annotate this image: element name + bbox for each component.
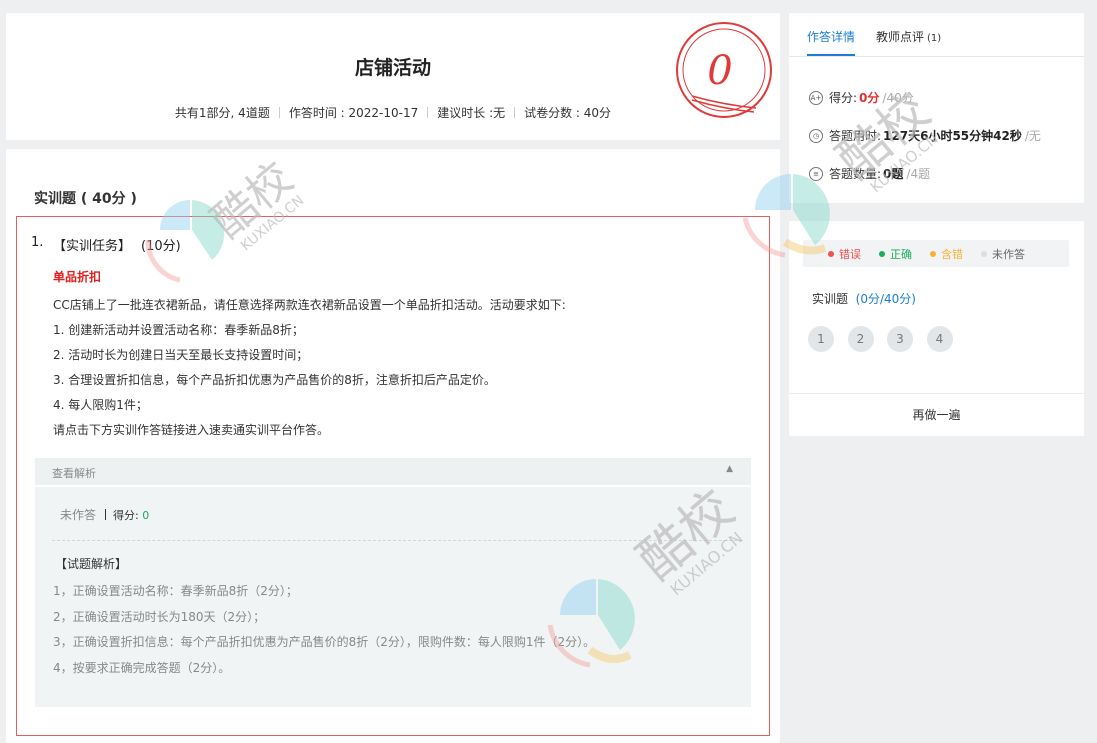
part-label: 实训题 (812, 292, 849, 306)
legend-item-wrong: 错误 (828, 246, 861, 262)
explain-line: 4，按要求正确完成答题（2分）。 (53, 660, 231, 675)
stat-score-label: 得分: (829, 91, 858, 105)
question-number: 1. (31, 235, 44, 250)
meta-part-count: 共有1部分, 4道题 (174, 106, 270, 120)
answer-sheet-panel: 错误 正确 含错 未作答 实训题 (0分/40分) 1 2 3 4 再做一遍 (789, 221, 1084, 436)
stat-answer-count: ≡ 答题数量: 0题 /4题 (809, 165, 930, 182)
detail-tabs: 作答详情 教师点评 (1) (789, 13, 1084, 57)
answer-score-value: 0 (142, 509, 150, 522)
answer-state: 未作答 (60, 508, 97, 522)
question-body: CC店铺上了一批连衣裙新品，请任意选择两款连衣裙新品设置一个单品折扣活动。活动要… (53, 293, 566, 443)
explain-line: 1，正确设置活动名称：春季新品8折（2分）； (53, 584, 298, 598)
list-icon: ≡ (809, 166, 823, 181)
explain-line: 2，正确设置活动时长为180天（2分）； (53, 609, 266, 624)
tab-teacher-review-label: 教师点评 (876, 30, 925, 44)
legend-label: 含错 (941, 247, 963, 261)
legend-dot (828, 250, 834, 257)
question-nav-item[interactable]: 1 (808, 326, 834, 352)
score-stamp: 0 (676, 22, 772, 118)
caret-up-icon: ▲ (726, 464, 733, 474)
answer-divider (105, 509, 107, 520)
stat-time-total: /无 (1024, 129, 1041, 143)
section-title: 实训题 ( 40分 ) (34, 191, 137, 207)
legend-label: 未作答 (992, 247, 1025, 261)
score-icon: A+ (809, 90, 823, 105)
dashed-divider (52, 540, 742, 541)
part-score: (0分/40分) (855, 292, 916, 306)
stat-count-value: 0题 (883, 167, 904, 181)
stat-count-total: /4题 (906, 167, 931, 181)
stat-time-used: ◷ 答题用时: 127天6小时55分钟42秒 /无 (809, 127, 1041, 144)
stat-time-label: 答题用时: (829, 129, 882, 143)
question-nav: 1 2 3 4 (808, 326, 966, 352)
question-line: 2. 活动时长为创建日当天至最长支持设置时间； (53, 348, 309, 362)
question-nav-item[interactable]: 2 (847, 326, 874, 352)
meta-divider (514, 107, 516, 118)
legend-dot (879, 250, 885, 257)
answer-details-panel: 作答详情 教师点评 (1) A+ 得分: 0分 /40分 ◷ 答题用时: 127天… (789, 13, 1084, 203)
redo-button[interactable]: 再做一遍 (789, 393, 1084, 436)
tab-teacher-review[interactable]: 教师点评 (1) (876, 28, 941, 45)
legend-dot (981, 250, 987, 257)
answer-status: 未作答 得分: 0 (60, 506, 149, 523)
explain-line: 3，正确设置折扣信息：每个产品折扣优惠为产品售价的8折（2分），限购件数：每人限… (53, 635, 596, 649)
exam-meta: 共有1部分, 4道题 作答时间 : 2022-10-17 建议时长 :无 试卷分数 :… (6, 104, 780, 121)
meta-total-score: 试卷分数 : 40分 (524, 106, 612, 120)
part-summary: 实训题 (0分/40分) (812, 290, 916, 307)
question-line: CC店铺上了一批连衣裙新品，请任意选择两款连衣裙新品设置一个单品折扣活动。活动要… (53, 298, 566, 312)
tab-answer-details[interactable]: 作答详情 (807, 28, 856, 56)
question-points: (10分) (141, 239, 181, 254)
stat-score: A+ 得分: 0分 /40分 (809, 89, 914, 106)
exam-header: 店铺活动 共有1部分, 4道题 作答时间 : 2022-10-17 建议时长 :无 试… (6, 13, 780, 140)
explain-body: 1，正确设置活动名称：春季新品8折（2分）； 2，正确设置活动时长为180天（2… (53, 579, 595, 681)
question-panel: 实训题 ( 40分 ) 1. 【实训任务】 (10分) 单品折扣 CC店铺上了一批… (6, 149, 780, 743)
meta-divider (427, 107, 429, 118)
stat-time-value: 127天6小时55分钟42秒 (883, 129, 1022, 143)
analysis-toggle-label: 查看解析 (52, 467, 96, 480)
question-line: 3. 合理设置折扣信息，每个产品折扣优惠为产品售价的8折，注意折扣后产品定价。 (53, 373, 496, 387)
legend-label: 错误 (839, 247, 861, 261)
question-line: 请点击下方实训作答链接进入速卖通实训平台作答。 (53, 423, 330, 437)
status-legend: 错误 正确 含错 未作答 (803, 240, 1069, 267)
question-line: 4. 每人限购1件； (53, 398, 148, 412)
meta-suggested-duration: 建议时长 :无 (437, 106, 506, 120)
stat-score-value: 0分 (859, 91, 880, 105)
legend-dot (930, 250, 936, 257)
question-title: 【实训任务】 (10分) (53, 235, 181, 254)
legend-item-partial: 含错 (930, 246, 963, 262)
legend-item-correct: 正确 (879, 246, 912, 262)
meta-divider (278, 107, 280, 118)
analysis-body: 未作答 得分: 0 【试题解析】 1，正确设置活动名称：春季新品8折（2分）； 2… (35, 487, 751, 707)
stat-count-label: 答题数量: (829, 167, 882, 181)
question-title-text: 【实训任务】 (53, 239, 132, 254)
legend-item-unanswered: 未作答 (981, 246, 1025, 262)
question-line: 1. 创建新活动并设置活动名称：春季新品8折； (53, 323, 304, 337)
answer-score-label: 得分: (113, 509, 143, 522)
stat-score-total: /40分 (882, 91, 914, 105)
page-title: 店铺活动 (354, 57, 431, 79)
question-nav-item[interactable]: 4 (926, 326, 953, 352)
meta-answer-time: 作答时间 : 2022-10-17 (288, 106, 419, 120)
explain-title: 【试题解析】 (55, 557, 128, 571)
legend-label: 正确 (890, 247, 912, 261)
stamp-score: 0 (707, 48, 732, 94)
question-subtitle: 单品折扣 (53, 270, 102, 284)
tab-teacher-review-count: (1) (927, 33, 942, 44)
clock-icon: ◷ (809, 128, 823, 143)
question-item: 1. 【实训任务】 (10分) 单品折扣 CC店铺上了一批连衣裙新品，请任意选择两… (16, 216, 770, 736)
analysis-toggle[interactable]: 查看解析 ▲ (35, 458, 751, 485)
question-nav-item[interactable]: 3 (887, 326, 913, 352)
